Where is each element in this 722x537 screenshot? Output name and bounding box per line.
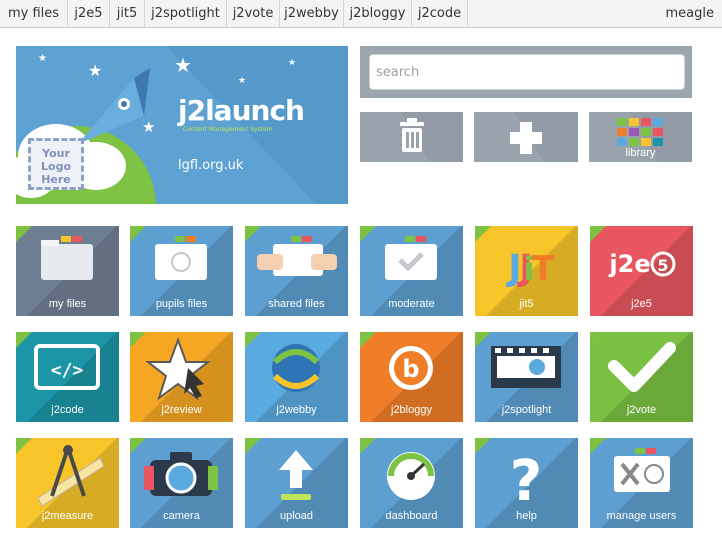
star-icon: ★	[142, 118, 156, 136]
svg-text:j2e: j2e	[608, 250, 650, 278]
tile-label: j2review	[161, 404, 202, 416]
app-tile-help[interactable]: ? help	[475, 438, 578, 528]
app-tile-my-files[interactable]: my files	[16, 226, 119, 316]
brand-title: j2launch	[178, 94, 305, 127]
app-tile-camera[interactable]: camera	[130, 438, 233, 528]
star-icon: ★	[288, 58, 297, 68]
nav-item-j2code[interactable]: j2code	[412, 0, 468, 28]
tile-label: j2code	[51, 404, 84, 416]
app-tile-dashboard[interactable]: dashboard	[360, 438, 463, 528]
nav-item-j2webby[interactable]: j2webby	[280, 0, 344, 28]
tile-label: moderate	[388, 298, 435, 310]
tile-label: my files	[48, 298, 87, 310]
add-button[interactable]	[474, 112, 578, 162]
app-tile-j2e5[interactable]: j2e 5 j2e5	[590, 226, 693, 316]
tile-label: help	[516, 510, 537, 522]
j2launch-banner: ★ ★ ★ ★ ★ ★ Your Logo Here j2launch Cont…	[16, 46, 348, 204]
app-tile-jit5[interactable]: J Ji Tjit5	[475, 226, 578, 316]
organisation-url: lgfl.org.uk	[178, 158, 244, 173]
app-tile-j2vote[interactable]: j2vote	[590, 332, 693, 422]
app-tile-moderate[interactable]: moderate	[360, 226, 463, 316]
nav-item-j2vote[interactable]: j2vote	[227, 0, 280, 28]
star-icon: ★	[238, 76, 247, 86]
tile-label: dashboard	[385, 510, 438, 522]
app-tile-j2review[interactable]: j2review	[130, 332, 233, 422]
tile-label: jit5	[519, 298, 534, 310]
tile-label: j2vote	[626, 404, 657, 416]
trash-button[interactable]	[360, 112, 463, 162]
svg-text:b: b	[402, 355, 419, 383]
library-button[interactable]: library	[589, 112, 692, 162]
svg-text:J: J	[505, 248, 521, 289]
tile-label: j2webby	[276, 404, 317, 416]
tile-label: j2spotlight	[501, 404, 552, 416]
svg-text:5: 5	[657, 256, 668, 275]
svg-text:T: T	[531, 249, 555, 289]
tile-label: manage users	[606, 510, 677, 522]
app-tile-j2bloggy[interactable]: b j2bloggy	[360, 332, 463, 422]
tile-label: pupils files	[155, 298, 208, 310]
app-tile-j2code[interactable]: </> j2code	[16, 332, 119, 422]
top-navigation-bar: my files j2e5 jit5 j2spotlight j2vote j2…	[0, 0, 722, 28]
star-icon: ★	[174, 53, 192, 77]
tile-label: j2e5	[631, 298, 652, 310]
app-tile-upload[interactable]: upload	[245, 438, 348, 528]
tile-label: camera	[163, 510, 200, 522]
username-link[interactable]: meagle	[666, 0, 715, 28]
nav-item-my-files[interactable]: my files	[0, 0, 68, 28]
logo-placeholder[interactable]: Your Logo Here	[28, 138, 84, 190]
app-tile-shared-files[interactable]: shared files	[245, 226, 348, 316]
tile-label: upload	[279, 510, 314, 522]
plus-icon	[510, 112, 578, 162]
brand-subtitle: Content Management System	[183, 126, 273, 133]
app-tile-pupils-files[interactable]: pupils files	[130, 226, 233, 316]
tile-label: j2bloggy	[391, 404, 432, 416]
star-icon: ★	[88, 61, 103, 80]
search-panel	[360, 46, 692, 98]
nav-item-j2bloggy[interactable]: j2bloggy	[344, 0, 412, 28]
nav-item-j2e5[interactable]: j2e5	[68, 0, 110, 28]
tile-label: shared files	[268, 298, 325, 310]
library-label: library	[625, 147, 656, 159]
tile-label: j2measure	[41, 510, 94, 522]
nav-item-jit5[interactable]: jit5	[110, 0, 145, 28]
star-icon: ★	[38, 53, 47, 64]
search-input[interactable]	[369, 54, 685, 90]
app-tile-j2webby[interactable]: j2webby	[245, 332, 348, 422]
nav-item-j2spotlight[interactable]: j2spotlight	[145, 0, 227, 28]
app-tile-j2spotlight[interactable]: j2spotlight	[475, 332, 578, 422]
app-tile-manage-users[interactable]: manage users	[590, 438, 693, 528]
svg-text:</>: </>	[51, 360, 84, 381]
app-tile-j2measure[interactable]: j2measure	[16, 438, 119, 528]
svg-text:?: ?	[510, 449, 542, 514]
trash-icon	[400, 112, 463, 162]
